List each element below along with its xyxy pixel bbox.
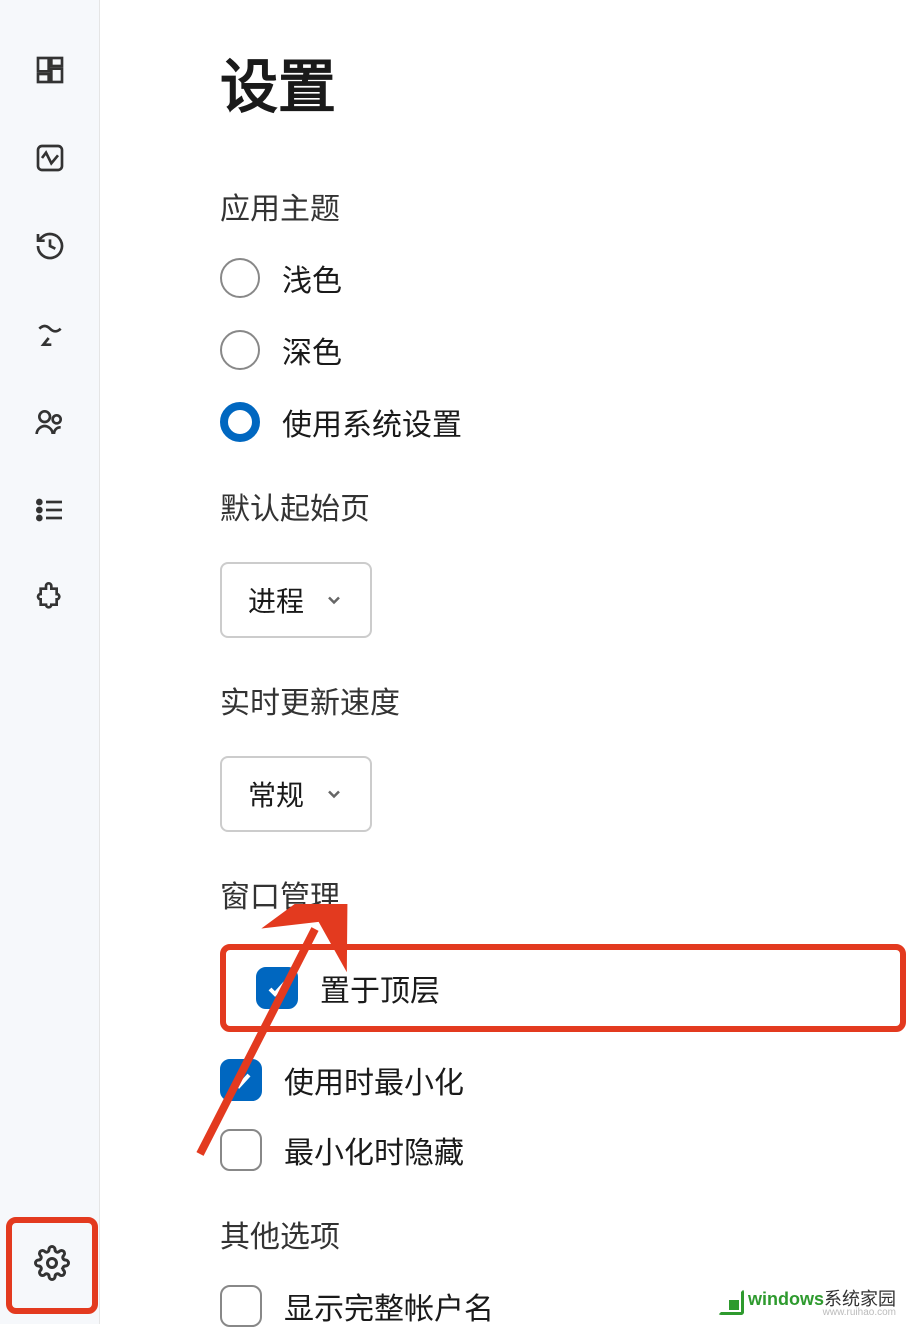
sidebar — [0, 0, 100, 1324]
main-content: 设置 应用主题 浅色 深色 使用系统设置 默认起始页 进程 实时更新速度 常规 … — [100, 0, 906, 1324]
other-section-label: 其他选项 — [220, 1212, 906, 1256]
checkbox-label: 使用时最小化 — [284, 1058, 464, 1102]
settings-icon[interactable] — [34, 1245, 70, 1286]
watermark-brand2: 系统家园 — [824, 1289, 896, 1309]
radio-icon — [220, 258, 260, 298]
history-icon[interactable] — [30, 226, 70, 266]
checkbox-icon — [220, 1285, 262, 1327]
checkbox-icon — [220, 1059, 262, 1101]
hide-on-minimize-checkbox[interactable]: 最小化时隐藏 — [220, 1128, 906, 1172]
watermark-logo-icon — [718, 1289, 744, 1315]
dropdown-value: 进程 — [248, 580, 304, 620]
startpage-dropdown[interactable]: 进程 — [220, 562, 372, 638]
startpage-section-label: 默认起始页 — [220, 484, 906, 528]
checkbox-icon — [220, 1129, 262, 1171]
checkbox-label: 置于顶层 — [320, 966, 440, 1010]
checkbox-label: 显示完整帐户名 — [284, 1284, 494, 1328]
checkbox-label: 最小化时隐藏 — [284, 1128, 464, 1172]
page-title: 设置 — [220, 40, 906, 124]
settings-icon-highlight — [6, 1217, 98, 1314]
on-top-checkbox[interactable]: 置于顶层 — [256, 966, 440, 1010]
chevron-down-icon — [324, 784, 344, 804]
watermark: windows系统家园 www.ruihao.com — [718, 1285, 896, 1318]
users-icon[interactable] — [30, 402, 70, 442]
radio-icon — [220, 330, 260, 370]
extension-icon[interactable] — [30, 578, 70, 618]
updatespeed-section-label: 实时更新速度 — [220, 678, 906, 722]
dropdown-value: 常规 — [248, 774, 304, 814]
efficiency-icon[interactable] — [30, 314, 70, 354]
radio-label: 使用系统设置 — [282, 400, 462, 444]
radio-label: 深色 — [282, 328, 342, 372]
theme-system-radio[interactable]: 使用系统设置 — [220, 400, 906, 444]
chevron-down-icon — [324, 590, 344, 610]
list-icon[interactable] — [30, 490, 70, 530]
radio-icon — [220, 402, 260, 442]
grid-icon[interactable] — [30, 50, 70, 90]
window-section-label: 窗口管理 — [220, 872, 906, 916]
theme-radio-group: 浅色 深色 使用系统设置 — [220, 256, 906, 444]
theme-dark-radio[interactable]: 深色 — [220, 328, 906, 372]
window-checkbox-group: 置于顶层 使用时最小化 最小化时隐藏 — [220, 944, 906, 1172]
radio-label: 浅色 — [282, 256, 342, 300]
activity-icon[interactable] — [30, 138, 70, 178]
theme-light-radio[interactable]: 浅色 — [220, 256, 906, 300]
updatespeed-dropdown[interactable]: 常规 — [220, 756, 372, 832]
minimize-on-use-checkbox[interactable]: 使用时最小化 — [220, 1058, 906, 1102]
on-top-highlight: 置于顶层 — [220, 944, 906, 1032]
theme-section-label: 应用主题 — [220, 184, 906, 228]
checkbox-icon — [256, 967, 298, 1009]
watermark-brand1: windows — [748, 1289, 824, 1309]
